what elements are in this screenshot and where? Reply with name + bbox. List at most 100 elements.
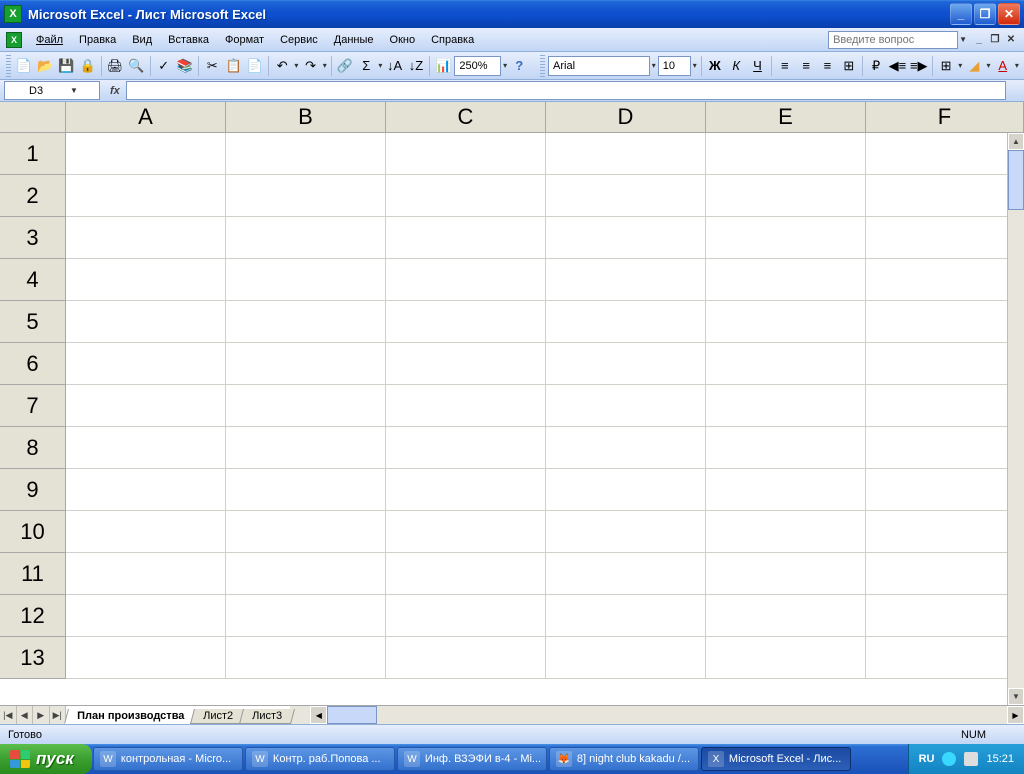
row-header-1[interactable]: 1 <box>0 133 66 175</box>
cell[interactable] <box>66 427 226 469</box>
doc-minimize-button[interactable]: _ <box>972 33 986 47</box>
fx-label[interactable]: fx <box>104 85 126 97</box>
clock[interactable]: 15:21 <box>986 753 1014 765</box>
hyperlink-button[interactable]: 🔗 <box>335 55 355 77</box>
cell[interactable] <box>386 469 546 511</box>
cell[interactable] <box>226 637 386 679</box>
cell[interactable] <box>66 469 226 511</box>
cell[interactable] <box>866 301 1024 343</box>
chart-button[interactable]: 📊 <box>433 55 453 77</box>
minimize-button[interactable]: _ <box>950 3 972 25</box>
help-button[interactable]: ? <box>509 55 529 77</box>
excel-doc-icon[interactable]: X <box>6 32 22 48</box>
tray-icon-2[interactable] <box>964 752 978 766</box>
sort-desc-button[interactable]: ↓Z <box>406 55 426 77</box>
cut-button[interactable]: ✂ <box>202 55 222 77</box>
cell[interactable] <box>226 133 386 175</box>
help-question-input[interactable] <box>828 31 958 49</box>
sort-asc-button[interactable]: ↓A <box>384 55 404 77</box>
redo-dropdown-icon[interactable]: ▾ <box>322 61 328 70</box>
cell[interactable] <box>546 175 706 217</box>
task-item[interactable]: WИнф. ВЗЭФИ в-4 - Mi... <box>397 747 547 771</box>
cell[interactable] <box>66 595 226 637</box>
zoom-combo[interactable]: 250% <box>454 56 501 76</box>
toolbar-grip[interactable] <box>6 55 11 77</box>
cell[interactable] <box>66 553 226 595</box>
undo-button[interactable]: ↶ <box>272 55 292 77</box>
cell[interactable] <box>66 385 226 427</box>
scroll-thumb-h[interactable] <box>327 706 377 724</box>
cell[interactable] <box>706 511 866 553</box>
col-header-d[interactable]: D <box>546 102 706 133</box>
horizontal-scrollbar[interactable]: ◀ ▶ <box>310 706 1024 724</box>
task-item[interactable]: 🦊8] night club kakadu /... <box>549 747 699 771</box>
start-button[interactable]: пуск <box>0 744 92 774</box>
menu-window[interactable]: Окно <box>382 31 424 49</box>
indent-right-button[interactable]: ≡▶ <box>909 55 929 77</box>
redo-button[interactable]: ↷ <box>300 55 320 77</box>
borders-dropdown-icon[interactable]: ▾ <box>957 61 963 70</box>
row-header-4[interactable]: 4 <box>0 259 66 301</box>
cell[interactable] <box>866 259 1024 301</box>
cell[interactable] <box>66 133 226 175</box>
cell[interactable] <box>386 343 546 385</box>
scroll-up-button[interactable]: ▲ <box>1008 133 1024 150</box>
align-left-button[interactable]: ≡ <box>775 55 795 77</box>
cell[interactable] <box>386 301 546 343</box>
tab-next-button[interactable]: ▶ <box>33 706 50 724</box>
cell[interactable] <box>226 469 386 511</box>
merge-button[interactable]: ⊞ <box>839 55 859 77</box>
cell[interactable] <box>546 301 706 343</box>
spell-button[interactable]: ✓ <box>154 55 174 77</box>
menu-help[interactable]: Справка <box>423 31 482 49</box>
cell[interactable] <box>386 259 546 301</box>
cell[interactable] <box>706 301 866 343</box>
cell[interactable] <box>866 385 1024 427</box>
cell[interactable] <box>226 427 386 469</box>
cell[interactable] <box>706 637 866 679</box>
cell[interactable] <box>706 427 866 469</box>
toolbar-grip-2[interactable] <box>540 55 545 77</box>
cell[interactable] <box>546 637 706 679</box>
cell[interactable] <box>546 511 706 553</box>
cell[interactable] <box>866 553 1024 595</box>
cell[interactable] <box>866 427 1024 469</box>
cell[interactable] <box>386 427 546 469</box>
font-color-button[interactable]: A <box>993 55 1013 77</box>
cell[interactable] <box>546 553 706 595</box>
align-right-button[interactable]: ≡ <box>817 55 837 77</box>
scroll-down-button[interactable]: ▼ <box>1008 688 1024 705</box>
doc-close-button[interactable]: ✕ <box>1004 33 1018 47</box>
menu-edit[interactable]: Правка <box>71 31 124 49</box>
cell[interactable] <box>546 469 706 511</box>
scroll-thumb-v[interactable] <box>1008 150 1024 210</box>
cell[interactable] <box>546 595 706 637</box>
cell[interactable] <box>226 217 386 259</box>
doc-restore-button[interactable]: ❐ <box>988 33 1002 47</box>
autosum-dropdown-icon[interactable]: ▾ <box>377 61 383 70</box>
borders-button[interactable]: ⊞ <box>936 55 956 77</box>
task-item[interactable]: Wконтрольная - Micro... <box>93 747 243 771</box>
cell[interactable] <box>706 217 866 259</box>
cell[interactable] <box>386 637 546 679</box>
scroll-right-button[interactable]: ▶ <box>1007 706 1024 724</box>
menu-data[interactable]: Данные <box>326 31 382 49</box>
autosum-button[interactable]: Σ <box>356 55 376 77</box>
research-button[interactable]: 📚 <box>175 55 195 77</box>
col-header-f[interactable]: F <box>866 102 1024 133</box>
cell[interactable] <box>66 637 226 679</box>
permission-button[interactable]: 🔒 <box>78 55 98 77</box>
row-header-3[interactable]: 3 <box>0 217 66 259</box>
fill-dropdown-icon[interactable]: ▾ <box>986 61 992 70</box>
row-header-9[interactable]: 9 <box>0 469 66 511</box>
undo-dropdown-icon[interactable]: ▾ <box>293 61 299 70</box>
col-header-b[interactable]: B <box>226 102 386 133</box>
cell[interactable] <box>66 217 226 259</box>
cell[interactable] <box>546 217 706 259</box>
cell[interactable] <box>66 343 226 385</box>
cell[interactable] <box>226 175 386 217</box>
row-header-11[interactable]: 11 <box>0 553 66 595</box>
cell[interactable] <box>706 133 866 175</box>
cell[interactable] <box>66 259 226 301</box>
fontcolor-dropdown-icon[interactable]: ▾ <box>1014 61 1020 70</box>
